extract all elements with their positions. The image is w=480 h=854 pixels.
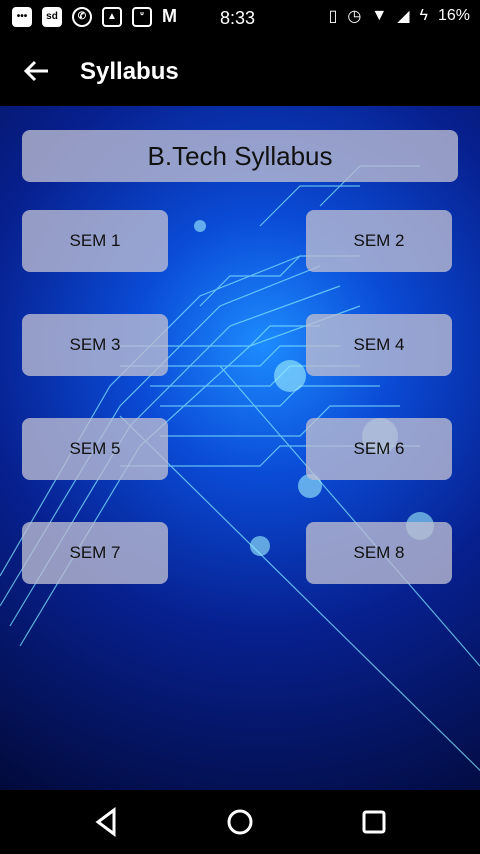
battery-charging-icon: ϟ xyxy=(419,7,428,24)
navigation-bar xyxy=(0,790,480,854)
back-button[interactable] xyxy=(20,54,54,88)
gmail-icon: M xyxy=(162,6,177,26)
nav-recents-button[interactable] xyxy=(358,806,390,838)
whatsapp-icon: ✆ xyxy=(72,6,92,27)
syllabus-header: B.Tech Syllabus xyxy=(22,130,458,182)
sem-3-button[interactable]: SEM 3 xyxy=(22,314,168,376)
battery-percent: 16% xyxy=(437,7,470,24)
sem-7-button[interactable]: SEM 7 xyxy=(22,522,168,584)
vibrate-icon: ▯ xyxy=(328,8,338,25)
nav-back-button[interactable] xyxy=(90,806,122,838)
sem-5-button[interactable]: SEM 5 xyxy=(22,418,168,480)
sd-card-icon: sd xyxy=(42,6,62,27)
sem-4-button[interactable]: SEM 4 xyxy=(306,314,452,376)
arrow-left-icon xyxy=(23,60,48,82)
status-notifications: ••• sd ✆ ▲ ᐡ M xyxy=(12,6,177,27)
signal-icon: ◢ xyxy=(397,8,410,25)
image-icon: ▲ xyxy=(102,6,122,27)
main-content: B.Tech Syllabus SEM 1 SEM 2 SEM 3 SEM 4 … xyxy=(0,106,480,790)
alarm-icon: ◷ xyxy=(347,8,362,25)
home-circle-icon xyxy=(227,809,253,835)
recents-square-icon xyxy=(362,810,386,834)
status-system: ▯ ◷ ▼ ◢ ϟ 16% xyxy=(329,6,470,26)
sem-2-button[interactable]: SEM 2 xyxy=(306,210,452,272)
app-bar: Syllabus xyxy=(0,36,480,106)
message-icon: ••• xyxy=(12,6,32,27)
sem-8-button[interactable]: SEM 8 xyxy=(306,522,452,584)
uc-browser-icon: ᐡ xyxy=(132,6,152,27)
sem-6-button[interactable]: SEM 6 xyxy=(306,418,452,480)
back-triangle-icon xyxy=(95,807,116,837)
sem-1-button[interactable]: SEM 1 xyxy=(22,210,168,272)
status-time: 8:33 xyxy=(220,8,256,28)
page-title: Syllabus xyxy=(80,58,179,85)
wifi-icon: ▼ xyxy=(371,7,388,24)
status-bar: ••• sd ✆ ▲ ᐡ M 8:33 ▯ ◷ ▼ ◢ ϟ 16% xyxy=(0,0,480,36)
nav-home-button[interactable] xyxy=(224,806,256,838)
